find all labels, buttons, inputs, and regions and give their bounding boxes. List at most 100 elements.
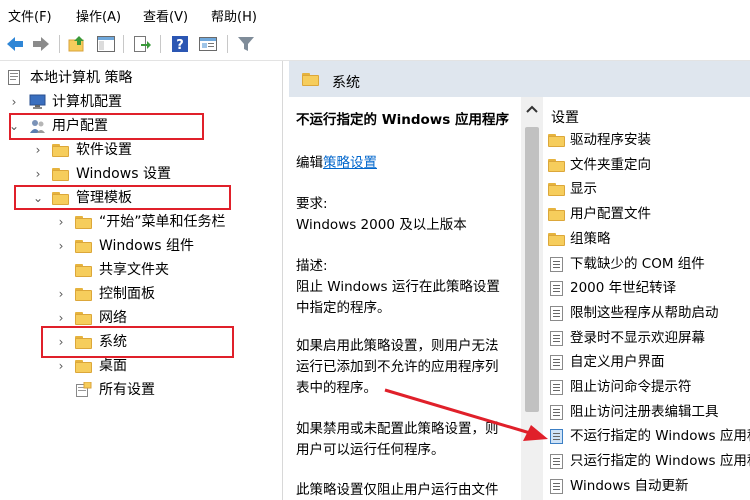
description-text: 此策略设置仅阻止用户运行由文件 <box>296 482 499 498</box>
description-text: 如果禁用或未配置此策略设置，则 <box>296 421 499 437</box>
chevron-right-icon[interactable]: › <box>55 355 67 377</box>
tree-label: 网络 <box>99 310 127 326</box>
highlight-box-system <box>41 326 234 358</box>
description-text: 阻止 Windows 运行在此策略设置 <box>296 279 500 295</box>
menu-action[interactable]: 操作(A) <box>76 6 121 25</box>
tree-label: Windows 组件 <box>99 238 194 254</box>
tree-label: 管理模板 <box>76 190 132 206</box>
chevron-down-icon[interactable]: ⌄ <box>8 115 20 137</box>
settings-item-label: 限制这些程序从帮助启动 <box>570 304 719 321</box>
settings-item-label: 阻止访问命令提示符 <box>570 379 692 395</box>
requirement-value: Windows 2000 及以上版本 <box>296 217 467 233</box>
description-scrollbar[interactable] <box>521 97 543 500</box>
tree-label: Windows 设置 <box>76 166 171 182</box>
folder-icon <box>52 144 69 157</box>
folder-icon <box>548 208 565 222</box>
description-text: 运行已添加到不允许的应用程序列 <box>296 359 499 375</box>
tree-label: 用户配置 <box>52 118 108 134</box>
settings-item-label: 不运行指定的 Windows 应用程序 <box>570 428 750 445</box>
chevron-right-icon[interactable]: › <box>8 91 20 113</box>
settings-item-label: 登录时不显示欢迎屏幕 <box>570 329 705 346</box>
settings-item-label: 阻止访问注册表编辑工具 <box>570 403 719 420</box>
description-text: 用户可以运行任何程序。 <box>296 442 445 458</box>
policy-setting-icon <box>550 330 563 346</box>
tree-label: 软件设置 <box>76 142 132 158</box>
settings-item-label: 下载缺少的 COM 组件 <box>570 255 705 272</box>
menu-view[interactable]: 查看(V) <box>143 6 188 25</box>
help-icon[interactable]: ? <box>170 34 190 54</box>
settings-item-label: 2000 年世纪转译 <box>570 280 677 297</box>
tree-label: 共享文件夹 <box>99 262 169 278</box>
settings-item-label: 显示 <box>570 181 597 198</box>
details-header: 系统 <box>289 61 750 97</box>
policy-setting-icon <box>550 256 563 272</box>
description-text: 表中的程序。 <box>296 380 377 396</box>
scrollbar-thumb[interactable] <box>525 127 539 412</box>
filter-icon[interactable] <box>236 34 256 54</box>
chevron-right-icon[interactable]: › <box>55 235 67 257</box>
settings-item-label: 驱动程序安装 <box>570 132 651 148</box>
policy-setting-icon <box>550 478 563 494</box>
settings-item-label: 文件夹重定向 <box>570 156 651 173</box>
chevron-right-icon[interactable]: › <box>55 283 67 305</box>
toolbar-separator <box>59 35 60 53</box>
details-pane: 系统 不运行指定的 Windows 应用程序 编辑策略设置 要求: Window… <box>289 61 750 500</box>
back-arrow-icon[interactable] <box>5 34 25 54</box>
description-text: 如果启用此策略设置，则用户无法 <box>296 338 499 354</box>
menu-help[interactable]: 帮助(H) <box>211 6 257 25</box>
toolbar: ? <box>0 28 750 61</box>
folder-icon <box>548 183 565 197</box>
chevron-down-icon[interactable]: ⌄ <box>32 187 44 209</box>
tree-label: 本地计算机 策略 <box>30 70 133 86</box>
chevron-right-icon[interactable]: › <box>32 163 44 185</box>
policy-setting-icon <box>550 355 563 371</box>
edit-policy-row: 编辑策略设置 <box>296 151 377 171</box>
folder-icon <box>75 336 92 349</box>
chevron-right-icon[interactable]: › <box>55 307 67 329</box>
scroll-up-icon[interactable] <box>521 99 543 121</box>
policy-setting-icon <box>550 429 563 445</box>
forward-arrow-icon[interactable] <box>31 34 51 54</box>
tree-label: 系统 <box>99 334 127 350</box>
menu-file[interactable]: 文件(F) <box>8 6 52 25</box>
folder-icon <box>548 134 565 147</box>
settings-item-label: 自定义用户界面 <box>570 354 665 371</box>
chevron-right-icon[interactable]: › <box>55 331 67 353</box>
menu-bar: 文件(F) 操作(A) 查看(V) 帮助(H) <box>0 0 750 28</box>
folder-icon <box>548 158 565 172</box>
folder-icon <box>52 192 69 205</box>
policy-setting-icon <box>550 281 563 297</box>
folder-icon <box>75 240 92 253</box>
settings-item-label: 只运行指定的 Windows 应用程序 <box>570 453 750 470</box>
tree-label: 桌面 <box>99 358 127 374</box>
folder-icon <box>52 168 69 181</box>
computer-icon <box>29 94 46 109</box>
chevron-right-icon[interactable]: › <box>32 139 44 161</box>
tree-pane: 本地计算机 策略 › 计算机配置 ⌄ 用户配置 › 软件设置 › Windows… <box>0 61 283 500</box>
show-hide-tree-icon[interactable] <box>96 34 116 54</box>
properties-icon[interactable] <box>198 34 218 54</box>
folder-icon <box>75 360 92 373</box>
folder-icon <box>75 264 92 277</box>
toolbar-separator <box>160 35 161 53</box>
chevron-right-icon[interactable]: › <box>55 211 67 233</box>
requirement-label: 要求: <box>296 196 328 212</box>
export-list-icon[interactable] <box>132 34 152 54</box>
folder-icon <box>75 312 92 325</box>
tree-label: 计算机配置 <box>52 94 122 110</box>
edit-prefix: 编辑 <box>296 155 323 171</box>
folder-icon <box>75 288 92 301</box>
tree-label: “开始”菜单和任务栏 <box>99 214 226 230</box>
policy-setting-icon <box>550 404 563 420</box>
policy-title: 不运行指定的 Windows 应用程序 <box>296 112 509 128</box>
folder-icon <box>302 73 319 86</box>
policy-setting-icon <box>550 380 563 395</box>
policy-setting-icon <box>550 454 563 470</box>
details-header-title: 系统 <box>332 75 360 91</box>
settings-item-label: 组策略 <box>570 230 611 247</box>
toolbar-separator <box>227 35 228 53</box>
up-folder-icon[interactable] <box>67 34 87 54</box>
settings-column-header: 设置 <box>551 110 579 126</box>
edit-policy-link[interactable]: 策略设置 <box>323 155 377 171</box>
all-settings-icon <box>75 381 92 397</box>
